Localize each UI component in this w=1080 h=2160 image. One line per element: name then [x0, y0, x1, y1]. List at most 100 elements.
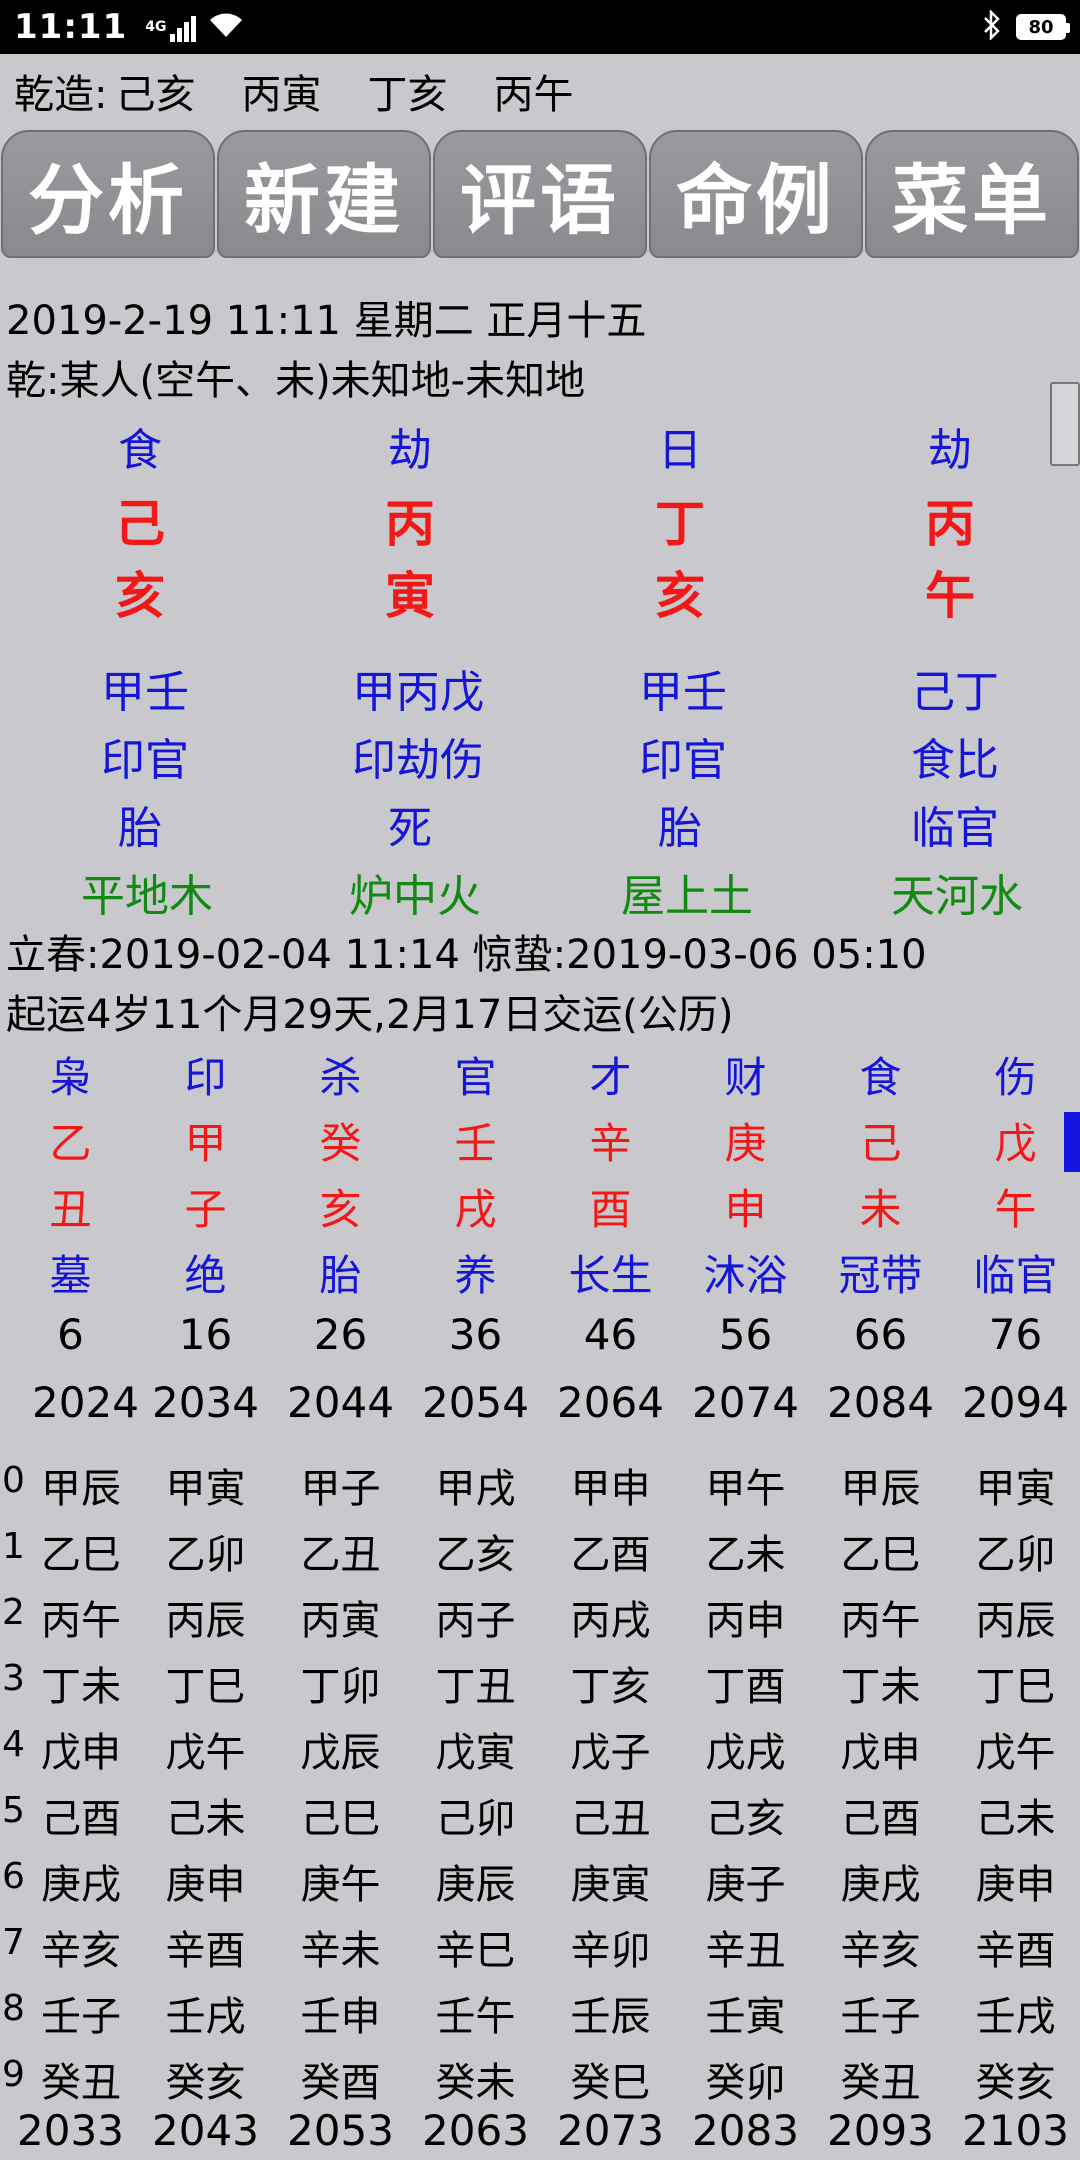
- tab-new[interactable]: 新建: [217, 130, 431, 258]
- liunian-cell[interactable]: 己巳: [273, 1786, 408, 1844]
- liunian-cell[interactable]: 丙戌: [543, 1588, 678, 1646]
- liunian-cell[interactable]: 甲寅: [138, 1456, 273, 1514]
- liunian-cell[interactable]: 丁未: [26, 1654, 136, 1712]
- shishen-cell: 食: [118, 425, 162, 476]
- liunian-cell[interactable]: 乙亥: [408, 1522, 543, 1580]
- year-pillar: 己亥: [115, 72, 196, 118]
- liunian-cell[interactable]: 辛未: [273, 1918, 408, 1976]
- liunian-cell[interactable]: 丁巳: [948, 1654, 1080, 1712]
- liunian-cell[interactable]: 辛巳: [408, 1918, 543, 1976]
- liunian-cell[interactable]: 庚申: [138, 1852, 273, 1910]
- liunian-cell[interactable]: 庚寅: [543, 1852, 678, 1910]
- liunian-cell[interactable]: 癸亥: [948, 2050, 1080, 2108]
- liunian-cell[interactable]: 癸丑: [813, 2050, 948, 2108]
- liunian-cell[interactable]: 庚子: [678, 1852, 813, 1910]
- liunian-cell[interactable]: 丁丑: [408, 1654, 543, 1712]
- liunian-cell[interactable]: 甲子: [273, 1456, 408, 1514]
- liunian-cell[interactable]: 乙丑: [273, 1522, 408, 1580]
- liunian-cell[interactable]: 戊寅: [408, 1720, 543, 1778]
- liunian-cell[interactable]: 己卯: [408, 1786, 543, 1844]
- dayun-age-cell: 26: [313, 1310, 368, 1359]
- liunian-cell[interactable]: 庚戌: [813, 1852, 948, 1910]
- end-year-cell: 2063: [422, 2106, 529, 2155]
- liunian-cell[interactable]: 壬申: [273, 1984, 408, 2042]
- liunian-row: 8 壬子 壬戌 壬申 壬午 壬辰 壬寅 壬子 壬戌: [0, 1984, 1080, 2050]
- liunian-cell[interactable]: 乙未: [678, 1522, 813, 1580]
- tab-comments[interactable]: 评语: [433, 130, 647, 258]
- liunian-cell[interactable]: 甲辰: [813, 1456, 948, 1514]
- liunian-cell[interactable]: 己酉: [26, 1786, 136, 1844]
- liunian-cell[interactable]: 甲申: [543, 1456, 678, 1514]
- liunian-cell[interactable]: 癸丑: [26, 2050, 136, 2108]
- liunian-cell[interactable]: 辛亥: [26, 1918, 136, 1976]
- liunian-cell[interactable]: 辛丑: [678, 1918, 813, 1976]
- liunian-cell[interactable]: 癸亥: [138, 2050, 273, 2108]
- liunian-cell[interactable]: 甲寅: [948, 1456, 1080, 1514]
- liunian-cell[interactable]: 丁亥: [543, 1654, 678, 1712]
- hour-pillar: 丙午: [493, 72, 574, 118]
- liunian-cell[interactable]: 丙午: [26, 1588, 136, 1646]
- liunian-cell[interactable]: 己丑: [543, 1786, 678, 1844]
- date-line: 2019-2-19 11:11 星期二 正月十五: [6, 298, 647, 344]
- tab-analysis[interactable]: 分析: [1, 130, 215, 258]
- dayun-dizhi-cell: 丑: [49, 1185, 92, 1234]
- liunian-cell[interactable]: 丁巳: [138, 1654, 273, 1712]
- liunian-cell[interactable]: 丙申: [678, 1588, 813, 1646]
- dayun-year-cell: 2024: [32, 1378, 139, 1427]
- liunian-cell[interactable]: 丙辰: [948, 1588, 1080, 1646]
- liunian-cell[interactable]: 癸未: [408, 2050, 543, 2108]
- liunian-cell[interactable]: 丁未: [813, 1654, 948, 1712]
- liunian-cell[interactable]: 丁酉: [678, 1654, 813, 1712]
- liunian-cell[interactable]: 壬戌: [948, 1984, 1080, 2042]
- liunian-cell[interactable]: 己酉: [813, 1786, 948, 1844]
- liunian-cell[interactable]: 辛酉: [138, 1918, 273, 1976]
- liunian-cell[interactable]: 癸巳: [543, 2050, 678, 2108]
- liunian-cell[interactable]: 辛亥: [813, 1918, 948, 1976]
- liunian-cell[interactable]: 丁卯: [273, 1654, 408, 1712]
- tab-examples[interactable]: 命例: [649, 130, 863, 258]
- liunian-cell[interactable]: 戊午: [948, 1720, 1080, 1778]
- pillar-changsheng-row: 胎 死 胎 临官: [0, 792, 1080, 856]
- liunian-cell[interactable]: 乙巳: [26, 1522, 136, 1580]
- liunian-cell[interactable]: 甲午: [678, 1456, 813, 1514]
- liunian-cell[interactable]: 壬子: [813, 1984, 948, 2042]
- dayun-changsheng-cell: 沐浴: [703, 1251, 788, 1300]
- liunian-cell[interactable]: 乙巳: [813, 1522, 948, 1580]
- liunian-cell[interactable]: 癸酉: [273, 2050, 408, 2108]
- dayun-tiangan-cell: 庚: [724, 1119, 767, 1168]
- liunian-cell[interactable]: 辛卯: [543, 1918, 678, 1976]
- liunian-cell[interactable]: 丙子: [408, 1588, 543, 1646]
- liunian-cell[interactable]: 壬子: [26, 1984, 136, 2042]
- liunian-cell[interactable]: 乙卯: [948, 1522, 1080, 1580]
- liunian-cell[interactable]: 戊午: [138, 1720, 273, 1778]
- liunian-cell[interactable]: 壬午: [408, 1984, 543, 2042]
- liunian-cell[interactable]: 辛酉: [948, 1918, 1080, 1976]
- end-year-cell: 2083: [692, 2106, 799, 2155]
- liunian-cell[interactable]: 丙寅: [273, 1588, 408, 1646]
- liunian-cell[interactable]: 丙辰: [138, 1588, 273, 1646]
- tab-menu[interactable]: 菜单: [865, 130, 1079, 258]
- liunian-cell[interactable]: 丙午: [813, 1588, 948, 1646]
- liunian-cell[interactable]: 壬辰: [543, 1984, 678, 2042]
- liunian-cell[interactable]: 壬寅: [678, 1984, 813, 2042]
- liunian-cell[interactable]: 庚辰: [408, 1852, 543, 1910]
- liunian-cell[interactable]: 癸卯: [678, 2050, 813, 2108]
- liunian-cell[interactable]: 甲辰: [26, 1456, 136, 1514]
- liunian-cell[interactable]: 甲戌: [408, 1456, 543, 1514]
- dizhi-cell: 寅: [385, 567, 435, 625]
- liunian-cell[interactable]: 庚戌: [26, 1852, 136, 1910]
- liunian-cell[interactable]: 乙酉: [543, 1522, 678, 1580]
- liunian-cell[interactable]: 戊子: [543, 1720, 678, 1778]
- liunian-cell[interactable]: 己亥: [678, 1786, 813, 1844]
- liunian-cell[interactable]: 戊申: [813, 1720, 948, 1778]
- liunian-cell[interactable]: 己未: [948, 1786, 1080, 1844]
- liunian-cell[interactable]: 戊申: [26, 1720, 136, 1778]
- liunian-cell[interactable]: 壬戌: [138, 1984, 273, 2042]
- liunian-cell[interactable]: 庚申: [948, 1852, 1080, 1910]
- liunian-cell[interactable]: 己未: [138, 1786, 273, 1844]
- dayun-age-cell: 76: [988, 1310, 1043, 1359]
- liunian-cell[interactable]: 乙卯: [138, 1522, 273, 1580]
- liunian-cell[interactable]: 戊辰: [273, 1720, 408, 1778]
- liunian-cell[interactable]: 戊戌: [678, 1720, 813, 1778]
- liunian-cell[interactable]: 庚午: [273, 1852, 408, 1910]
